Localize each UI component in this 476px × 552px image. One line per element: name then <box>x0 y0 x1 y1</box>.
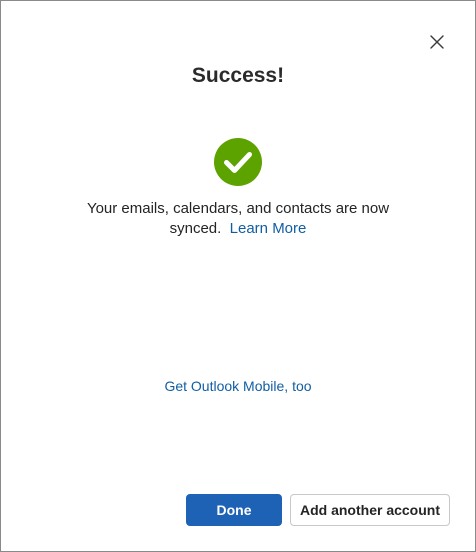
sync-message: Your emails, calendars, and contacts are… <box>61 199 415 239</box>
close-button[interactable] <box>425 32 449 56</box>
learn-more-link[interactable]: Learn More <box>230 220 307 237</box>
mobile-link-container: Get Outlook Mobile, too <box>1 376 475 396</box>
done-button[interactable]: Done <box>186 494 282 526</box>
get-outlook-mobile-link[interactable]: Get Outlook Mobile, too <box>164 378 311 394</box>
success-checkmark-icon <box>214 138 262 186</box>
dialog-title: Success! <box>191 64 285 87</box>
success-dialog: Success! Your emails, calendars, and con… <box>0 0 476 552</box>
close-icon <box>429 34 445 55</box>
add-another-account-button[interactable]: Add another account <box>290 494 450 526</box>
